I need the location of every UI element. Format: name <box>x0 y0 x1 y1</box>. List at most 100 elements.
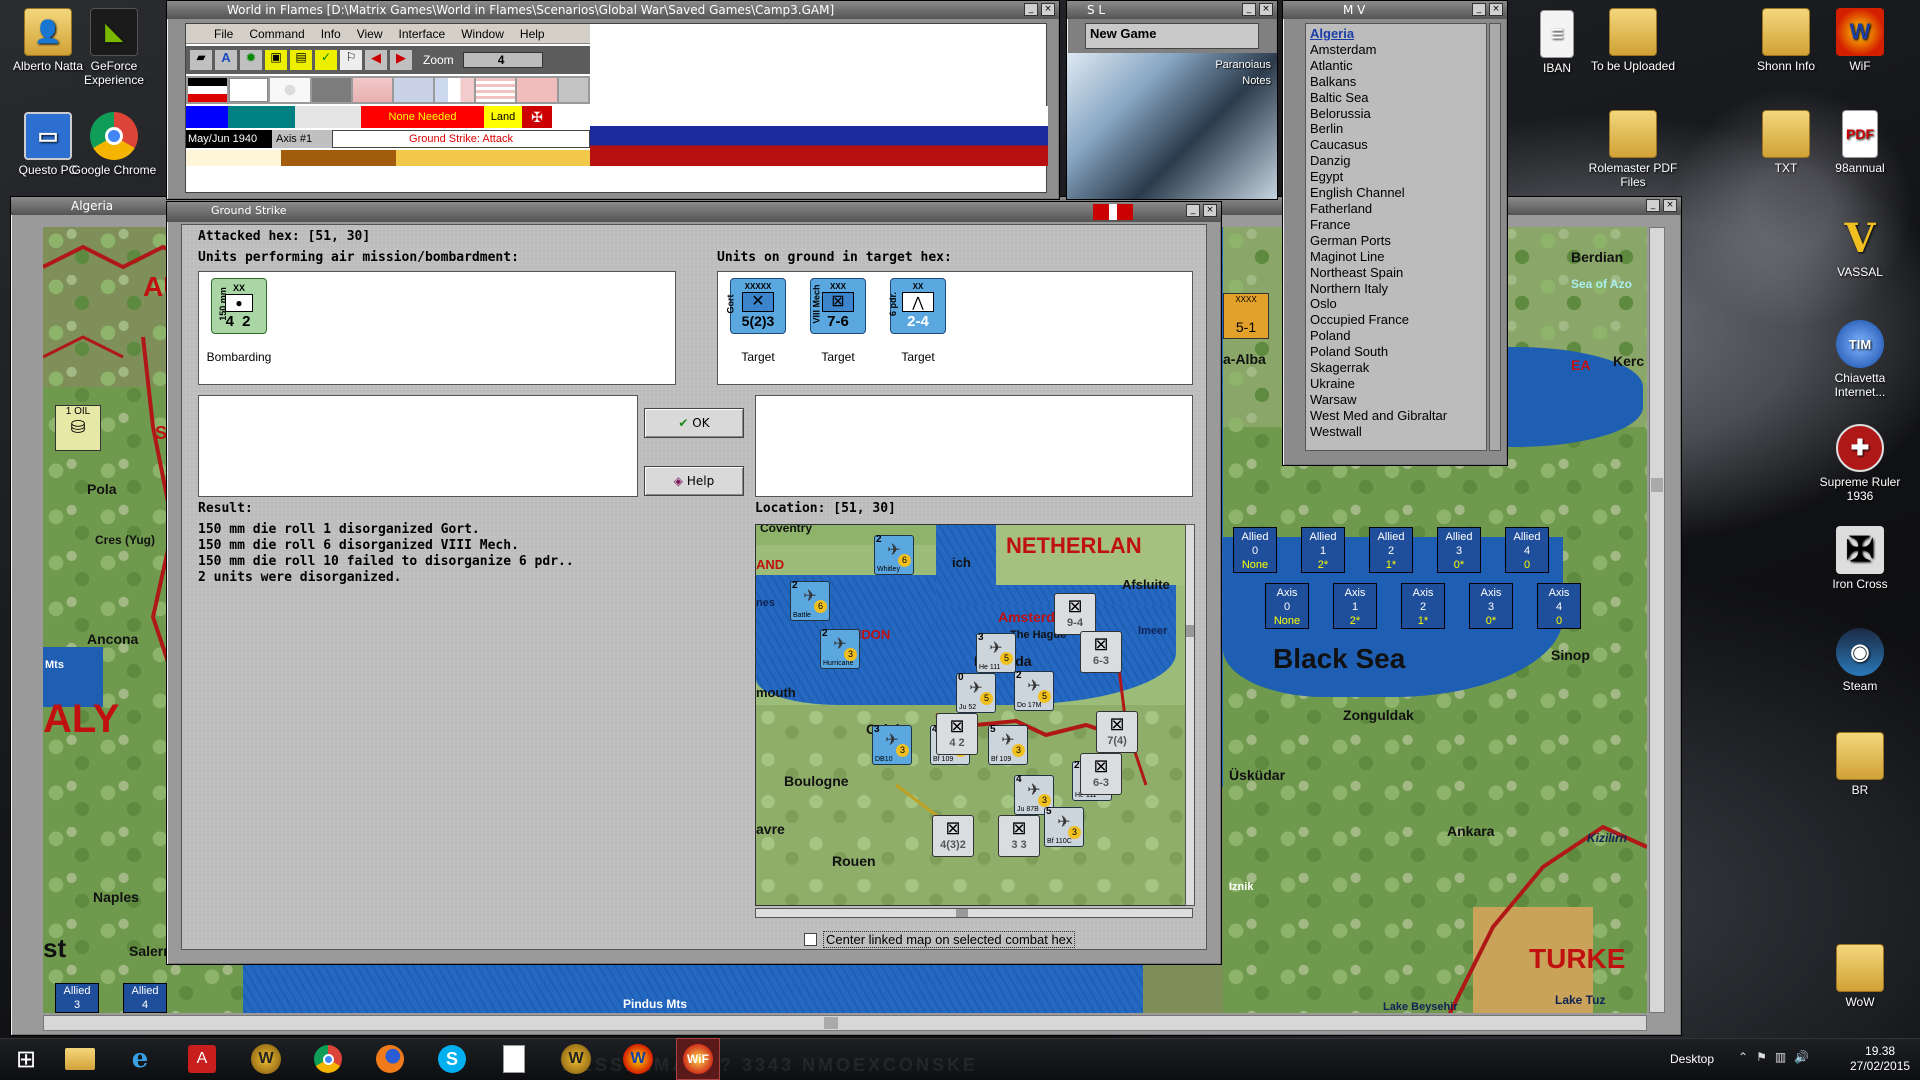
menu-command[interactable]: Command <box>249 24 304 43</box>
desktop-icon-wif[interactable]: W WiF <box>1812 8 1908 73</box>
ground-unit-counter[interactable]: ⊠ 3 3 <box>998 815 1040 857</box>
chrome-task-icon[interactable] <box>306 1038 350 1080</box>
ground-unit-counter[interactable]: ⊠ 6-3 <box>1080 753 1122 795</box>
map-view-item[interactable]: Algeria <box>1310 26 1482 42</box>
axis-box-2[interactable]: Axis 2 1* <box>1401 583 1445 629</box>
file-explorer-icon[interactable] <box>58 1038 102 1080</box>
map-view-item[interactable]: West Med and Gibraltar <box>1310 408 1482 424</box>
air-unit-counter[interactable]: 0 ✈ Ju 52 5 <box>956 672 996 713</box>
minimap-vertical-scrollbar[interactable] <box>1185 524 1195 906</box>
menu-info[interactable]: Info <box>321 24 341 43</box>
air-unit-counter[interactable]: 5 ✈ Bf 110C 3 <box>1044 806 1084 847</box>
grid-icon[interactable]: ▣ <box>265 50 287 70</box>
map-view-item[interactable]: Berlin <box>1310 121 1482 137</box>
map-view-item[interactable]: Poland South <box>1310 344 1482 360</box>
ground-unit-counter[interactable]: ⊠ 6-3 <box>1080 631 1122 673</box>
skype-icon[interactable]: S <box>430 1038 474 1080</box>
menu-file[interactable]: File <box>214 24 233 43</box>
notepad-icon[interactable] <box>492 1038 536 1080</box>
axis-box-4[interactable]: Axis 4 0 <box>1537 583 1581 629</box>
internet-explorer-icon[interactable]: e <box>118 1038 162 1080</box>
map-view-item[interactable]: Amsterdam <box>1310 42 1482 58</box>
allied-box-0[interactable]: Allied 0 None <box>1233 527 1277 573</box>
flag-tray-icon[interactable]: ⚑ <box>1756 1050 1767 1064</box>
map-view-item[interactable]: France <box>1310 217 1482 233</box>
map-view-item[interactable]: Caucasus <box>1310 137 1482 153</box>
map-view-item[interactable]: Westwall <box>1310 424 1482 440</box>
wif-emblem-icon[interactable]: W <box>616 1038 660 1080</box>
sl-close-button[interactable]: × <box>1259 3 1273 16</box>
volume-icon[interactable]: 🔊 <box>1794 1050 1809 1064</box>
france-flag-icon[interactable] <box>435 78 475 102</box>
chevron-up-icon[interactable]: ⌃ <box>1738 1050 1748 1064</box>
center-map-checkbox[interactable] <box>804 933 817 946</box>
allied-box-3[interactable]: Allied 3 0* <box>1437 527 1481 573</box>
text-icon[interactable]: A <box>215 50 237 70</box>
desktop-icon-geforce[interactable]: ◣ GeForce Experience <box>66 8 162 87</box>
axis-box-1[interactable]: Axis 1 2* <box>1333 583 1377 629</box>
ground-unit-counter[interactable]: ⊠ 7(4) <box>1096 711 1138 753</box>
desktop-icon-supreme-ruler[interactable]: ✚ Supreme Ruler 1936 <box>1812 424 1908 503</box>
wif-app2-icon[interactable]: W <box>554 1038 598 1080</box>
dialog-minimize-button[interactable]: _ <box>1186 204 1200 217</box>
china-flag-icon[interactable] <box>352 78 392 102</box>
arrow-left-icon[interactable]: ◀ <box>365 50 387 70</box>
uk-flag-icon[interactable] <box>393 78 434 102</box>
map-view-list[interactable]: Algeria Amsterdam Atlantic Balkans Baltic Se… <box>1305 23 1487 451</box>
map-view-item[interactable]: English Channel <box>1310 185 1482 201</box>
air-unit-counter[interactable]: 3 ✈ He 111 5 <box>976 632 1016 673</box>
minimap-horizontal-scrollbar[interactable] <box>755 908 1193 918</box>
army-counter-5-1[interactable]: XXXX 5-1 <box>1223 293 1269 339</box>
mv-window-titlebar[interactable]: M V _ × <box>1283 1 1507 19</box>
map-horizontal-scrollbar[interactable] <box>43 1015 1647 1031</box>
italy-flag-icon[interactable] <box>229 78 269 102</box>
main-minimize-button[interactable]: _ <box>1024 3 1038 16</box>
minimize-button[interactable]: _ <box>1646 199 1660 212</box>
ground-unit-gort[interactable]: XXXXX ✕ 5(2)3 Gort Target <box>724 278 792 368</box>
map-view-item[interactable]: Northeast Spain <box>1310 265 1482 281</box>
map-view-item[interactable]: Warsaw <box>1310 392 1482 408</box>
map-vertical-scrollbar[interactable] <box>1649 227 1665 1013</box>
dialog-titlebar[interactable]: Ground Strike _ × <box>167 202 1221 222</box>
map-view-item[interactable]: Poland <box>1310 328 1482 344</box>
arrow-right-icon[interactable]: ▶ <box>390 50 412 70</box>
help-button[interactable]: ◈ Help <box>644 466 744 496</box>
menu-window[interactable]: Window <box>461 24 504 43</box>
new-game-field[interactable]: New Game <box>1085 23 1259 49</box>
map-view-item[interactable]: Maginot Line <box>1310 249 1482 265</box>
menu-view[interactable]: View <box>357 24 383 43</box>
menu-help[interactable]: Help <box>520 24 545 43</box>
oil-counter[interactable]: 1 OIL ⛁ <box>55 405 101 451</box>
map-view-item[interactable]: Occupied France <box>1310 312 1482 328</box>
allied-box-2[interactable]: Allied 2 1* <box>1369 527 1413 573</box>
usa-flag-icon[interactable] <box>476 78 516 102</box>
desktop-icon-chiavetta[interactable]: TIM Chiavetta Internet... <box>1812 320 1908 399</box>
desktop-icon-br[interactable]: BR <box>1812 732 1908 797</box>
air-unit-counter[interactable]: 2 ✈ Do 17M 5 <box>1014 670 1054 711</box>
allied-box-bottom-4[interactable]: Allied 4 <box>123 983 167 1013</box>
map-view-item[interactable]: Oslo <box>1310 296 1482 312</box>
japan-flag-icon[interactable] <box>270 78 310 102</box>
center-map-checkbox-row[interactable]: Center linked map on selected combat hex <box>804 931 1076 948</box>
wif-app-icon[interactable]: W <box>244 1038 288 1080</box>
map-view-item[interactable]: Danzig <box>1310 153 1482 169</box>
air-unit-150mm[interactable]: 150 mm XX ● 4 2 Bombarding <box>205 278 273 368</box>
firefox-icon[interactable] <box>368 1038 412 1080</box>
close-button[interactable]: × <box>1663 199 1677 212</box>
axis-box-3[interactable]: Axis 3 0* <box>1469 583 1513 629</box>
desktop-icon-steam[interactable]: ◉ Steam <box>1812 628 1908 693</box>
sl-minimize-button[interactable]: _ <box>1242 3 1256 16</box>
neutral-flag-icon[interactable] <box>558 78 588 102</box>
ground-unit-viii-mech[interactable]: XXX ⊠ 7-6 VIII Mech Target <box>804 278 872 368</box>
map-view-item[interactable]: Egypt <box>1310 169 1482 185</box>
air-unit-counter[interactable]: 2 ✈ Battle 6 <box>790 580 830 621</box>
desktop-icon-iron-cross[interactable]: ✠ Iron Cross <box>1812 526 1908 591</box>
map-view-item[interactable]: Ukraine <box>1310 376 1482 392</box>
select-icon[interactable]: ▤ <box>290 50 312 70</box>
map-view-item[interactable]: Atlantic <box>1310 58 1482 74</box>
air-unit-counter[interactable]: 3 ✈ DB10 3 <box>872 724 912 765</box>
map-view-item[interactable]: German Ports <box>1310 233 1482 249</box>
germany-flag-icon[interactable] <box>188 78 228 102</box>
air-unit-counter[interactable]: 2 ✈ Hurricane 3 <box>820 628 860 669</box>
axis-box-0[interactable]: Axis 0 None <box>1265 583 1309 629</box>
